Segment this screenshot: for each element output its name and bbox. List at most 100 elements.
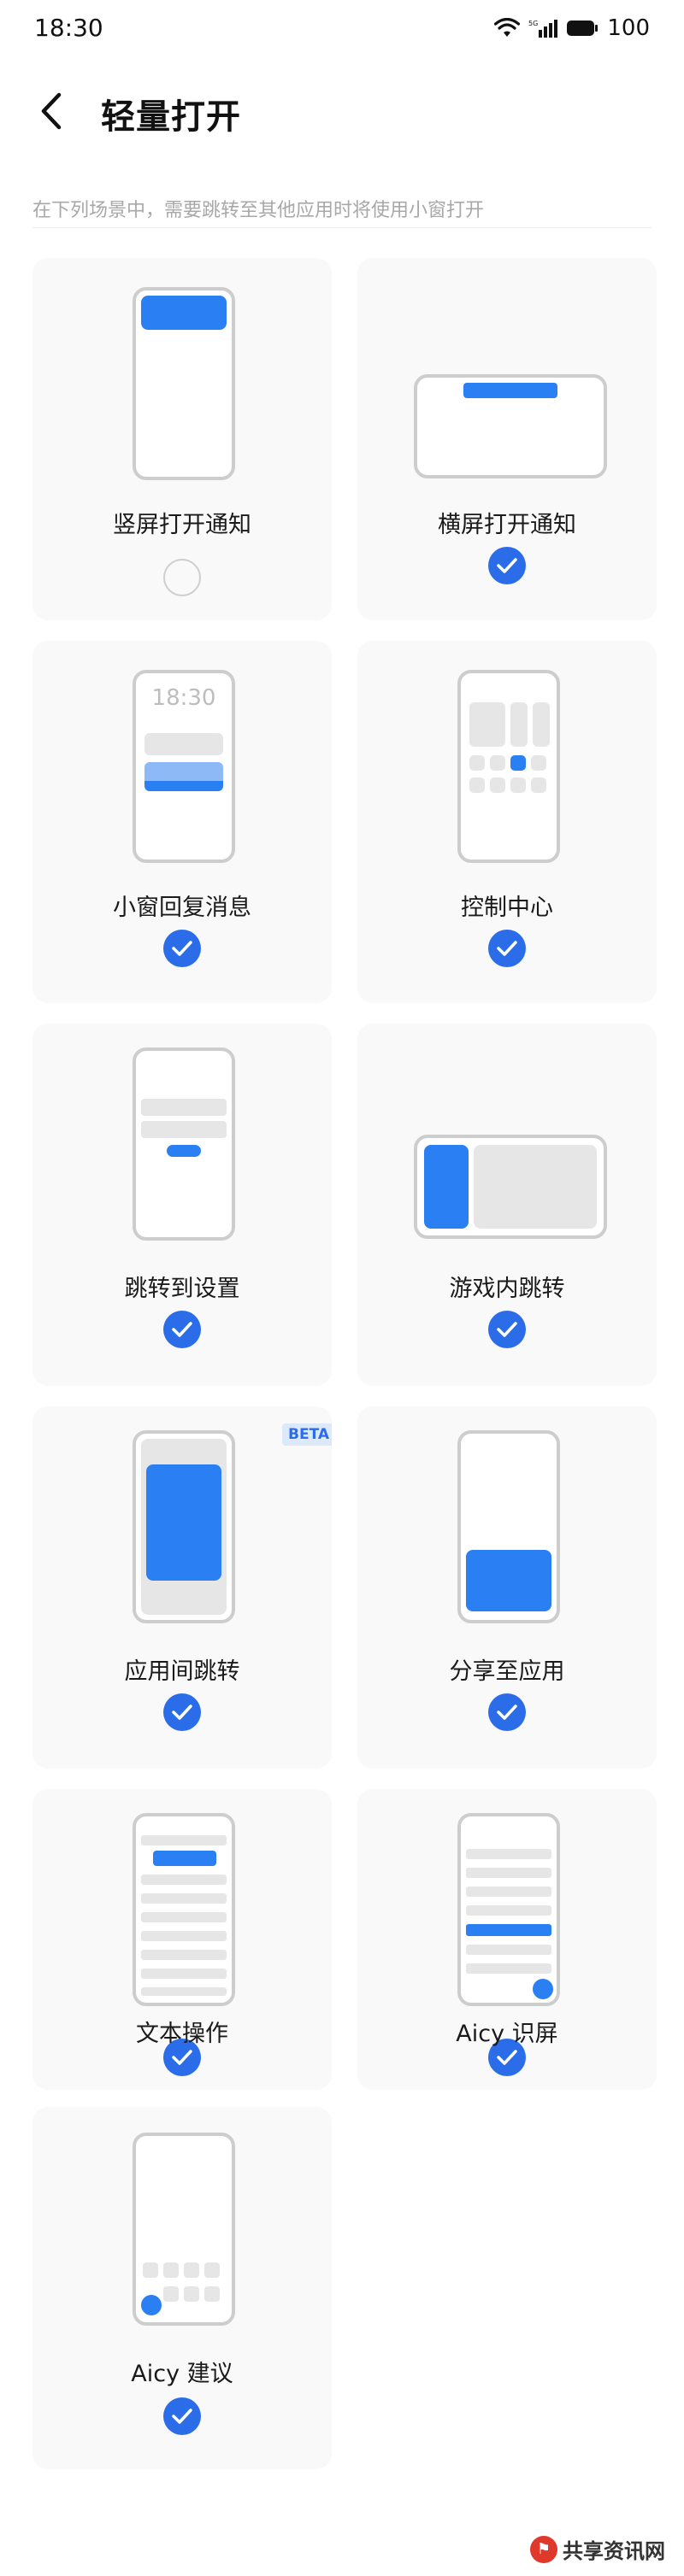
app-icon <box>204 2286 220 2302</box>
reply-window <box>144 762 223 781</box>
card-between-apps[interactable]: BETA 应用间跳转 <box>32 1406 332 1769</box>
tile <box>533 702 550 747</box>
phone-illustration <box>133 2133 235 2326</box>
check-icon <box>497 2050 517 2065</box>
app-icon <box>163 2286 179 2302</box>
card-share-to-app[interactable]: 分享至应用 <box>357 1406 657 1769</box>
card-text-operation[interactable]: 文本操作 <box>32 1789 332 2090</box>
checkbox-checked[interactable] <box>488 930 526 967</box>
notification-block <box>463 383 557 398</box>
portrait-phone-illustration <box>133 287 235 480</box>
text-selection-menu <box>153 1851 216 1866</box>
checkbox-checked[interactable] <box>488 1693 526 1731</box>
text-line <box>141 1875 227 1885</box>
small-window <box>424 1145 469 1229</box>
aicy-ball <box>141 2295 162 2315</box>
text-line <box>466 1905 551 1916</box>
card-small-window-reply[interactable]: 18:30 小窗回复消息 <box>32 641 332 1003</box>
check-icon <box>497 558 517 573</box>
checkbox-checked[interactable] <box>163 1311 201 1348</box>
check-icon <box>497 1322 517 1337</box>
card-aicy-suggestion[interactable]: Aicy 建议 <box>32 2107 332 2469</box>
page-title: 轻量打开 <box>101 97 241 137</box>
card-label: 横屏打开通知 <box>438 512 576 538</box>
text-line <box>141 1835 227 1845</box>
text-line <box>466 1868 551 1878</box>
check-icon <box>497 1705 517 1720</box>
text-line <box>466 1945 551 1955</box>
card-landscape-notification[interactable]: 横屏打开通知 <box>357 258 657 620</box>
checkbox-checked[interactable] <box>163 2397 201 2435</box>
tile <box>469 702 505 747</box>
tile <box>510 702 528 747</box>
reply-input <box>144 781 223 791</box>
recognized-line <box>466 1924 551 1936</box>
game-area <box>474 1145 597 1229</box>
toggle-active <box>510 755 526 771</box>
notification-block <box>141 296 227 330</box>
phone-illustration: 18:30 <box>133 670 235 863</box>
text-line <box>141 1931 227 1941</box>
landscape-phone-illustration <box>414 1135 607 1239</box>
page-header: 轻量打开 <box>0 77 684 145</box>
card-label: 竖屏打开通知 <box>113 512 251 538</box>
toggle <box>510 777 526 793</box>
check-icon <box>172 1705 192 1720</box>
text-line <box>466 1963 551 1974</box>
checkbox-checked[interactable] <box>488 547 526 584</box>
card-portrait-notification[interactable]: 竖屏打开通知 <box>32 258 332 620</box>
wifi-icon <box>494 18 521 37</box>
watermark-text: 共享资讯网 <box>563 2539 665 2563</box>
card-in-game-jump[interactable]: 游戏内跳转 <box>357 1024 657 1386</box>
battery-icon <box>567 21 598 36</box>
divider <box>32 227 652 228</box>
share-sheet <box>466 1550 551 1611</box>
phone-illustration <box>133 1047 235 1241</box>
status-time: 18:30 <box>34 14 103 42</box>
watermark: ⚑ 共享资讯网 <box>530 2534 665 2564</box>
checkbox-checked[interactable] <box>163 1693 201 1731</box>
app-icon <box>184 2286 199 2302</box>
card-aicy-screen-recognition[interactable]: Aicy 识屏 <box>357 1789 657 2090</box>
phone-illustration <box>133 1430 235 1623</box>
scenario-hint: 在下列场景中，需要跳转至其他应用时将使用小窗打开 <box>32 200 485 221</box>
text-line <box>466 1849 551 1859</box>
check-icon <box>172 2409 192 2424</box>
beta-badge: BETA <box>282 1423 332 1446</box>
checkbox-checked[interactable] <box>163 930 201 967</box>
checkbox-unchecked[interactable] <box>163 559 201 596</box>
text-line <box>466 1887 551 1897</box>
card-jump-to-settings[interactable]: 跳转到设置 <box>32 1024 332 1386</box>
card-control-center[interactable]: 控制中心 <box>357 641 657 1003</box>
toggle <box>469 755 485 771</box>
toggle <box>469 777 485 793</box>
landscape-phone-illustration <box>414 374 607 478</box>
back-button[interactable] <box>31 89 72 133</box>
phone-illustration <box>457 670 560 863</box>
setting-toggle <box>167 1145 201 1157</box>
text-line <box>141 1987 227 1996</box>
signal-icon: 5G <box>528 20 558 38</box>
phone-clock: 18:30 <box>151 685 216 711</box>
chevron-left-icon <box>41 92 62 130</box>
app-icon <box>143 2262 158 2278</box>
setting-row <box>141 1099 227 1116</box>
screen: 18:30 5G 100 轻量打开 在下列场景中，需要跳转至其他应用时将使用小窗… <box>0 0 684 2576</box>
check-icon <box>172 941 192 956</box>
card-label: 文本操作 <box>136 2021 228 2047</box>
card-label: Aicy 建议 <box>131 2361 233 2387</box>
toggle <box>490 755 505 771</box>
toggle <box>531 777 546 793</box>
checkbox-checked[interactable] <box>488 1311 526 1348</box>
battery-percent: 100 <box>607 15 650 41</box>
watermark-logo-icon: ⚑ <box>530 2535 557 2563</box>
phone-illustration <box>133 1813 235 2006</box>
app-icon <box>163 2262 179 2278</box>
svg-text:5G: 5G <box>528 20 538 27</box>
app-icon <box>184 2262 199 2278</box>
card-label: 游戏内跳转 <box>449 1276 565 1302</box>
small-window <box>146 1464 221 1581</box>
text-line <box>141 1969 227 1979</box>
message-placeholder <box>144 733 223 755</box>
card-label: 应用间跳转 <box>124 1658 240 1685</box>
